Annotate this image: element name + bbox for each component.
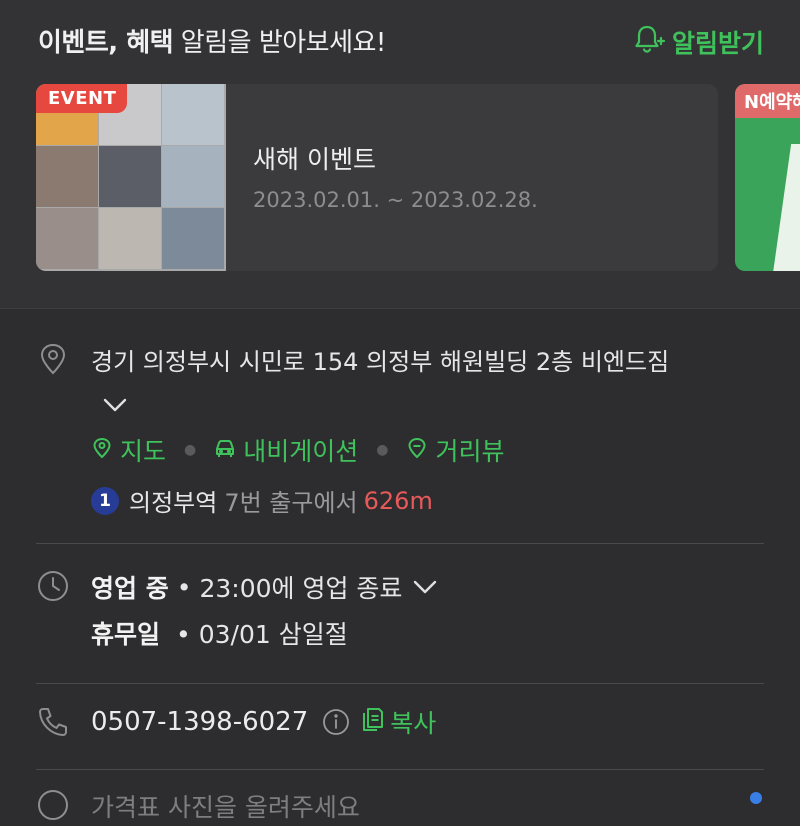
bullet: •: [176, 572, 192, 602]
notify-label: 알림받기: [671, 29, 764, 58]
car-icon: [214, 436, 236, 465]
map-link-label: 지도: [120, 437, 167, 466]
thumbnail-tile: [162, 84, 224, 145]
event-badge: EVENT: [36, 84, 128, 113]
copy-icon: [362, 706, 384, 738]
section-title: 이벤트, 혜택 알림을 받아보세요!: [38, 22, 386, 59]
station-distance: 626m: [363, 486, 433, 515]
map-link[interactable]: 지도: [91, 432, 166, 468]
link-separator: ●: [376, 442, 389, 458]
new-indicator-dot: [750, 792, 762, 804]
section-divider: [0, 308, 800, 309]
divider: [36, 683, 764, 684]
price-icon: [36, 788, 70, 822]
navigation-link[interactable]: 내비게이션: [214, 432, 358, 468]
navigation-link-label: 내비게이션: [243, 437, 359, 466]
divider: [36, 769, 764, 770]
chevron-down-icon[interactable]: [412, 574, 438, 600]
next-card-graphic: [772, 144, 800, 271]
business-hours[interactable]: 영업 중 • 23:00에 영업 종료: [91, 569, 438, 605]
event-date: 2023.02.01. ~ 2023.02.28.: [253, 188, 538, 212]
divider: [36, 543, 764, 544]
copy-button[interactable]: 복사: [362, 704, 436, 740]
copy-label: 복사: [390, 709, 437, 738]
holiday-detail: 03/01 삼일절: [198, 620, 348, 649]
station-name: 의정부역: [129, 489, 218, 517]
thumbnail-tile: [99, 146, 161, 207]
notify-button[interactable]: 알림받기: [632, 22, 764, 62]
next-event-card[interactable]: N예약혜: [735, 84, 800, 271]
address-text: 경기 의정부시 시민로 154 의정부 해원빌딩 2층 비엔드짐: [91, 348, 670, 376]
station-exit: 7번 출구에서: [224, 489, 358, 517]
next-card-badge: N예약혜: [744, 92, 800, 113]
chevron-down-icon[interactable]: [102, 392, 128, 418]
street-view-link-label: 거리뷰: [435, 437, 505, 466]
phone-row: 0507-1398-6027 복사: [91, 704, 436, 740]
thumbnail-tile: [162, 146, 224, 207]
thumbnail-tile: [36, 208, 98, 269]
subway-line-badge: 1: [91, 486, 119, 515]
link-separator: ●: [184, 442, 197, 458]
clock-icon: [36, 569, 70, 603]
street-view-icon: [406, 436, 428, 465]
phone-icon: [36, 705, 70, 739]
info-icon[interactable]: [322, 708, 350, 736]
street-view-link[interactable]: 거리뷰: [406, 432, 504, 468]
location-pin-icon: [36, 342, 70, 376]
section-title-rest: 알림을 받아보세요!: [173, 28, 387, 58]
closing-time: 23:00에 영업 종료: [199, 574, 403, 603]
thumbnail-tile: [36, 146, 98, 207]
phone-number[interactable]: 0507-1398-6027: [91, 707, 308, 737]
thumbnail-tile: [162, 208, 224, 269]
bullet: •: [175, 620, 191, 649]
event-thumbnail: EVENT: [36, 84, 226, 271]
section-title-bold: 이벤트, 혜택: [38, 28, 174, 58]
holiday-info: 휴무일 • 03/01 삼일절: [91, 615, 348, 651]
bell-plus-icon: [632, 22, 666, 62]
map-pin-icon: [91, 436, 113, 465]
price-upload-prompt[interactable]: 가격표 사진을 올려주세요: [91, 788, 360, 824]
subway-info: 1 의정부역 7번 출구에서 626m: [91, 483, 433, 518]
holiday-label: 휴무일: [91, 620, 161, 649]
event-card[interactable]: EVENT 새해 이벤트 2023.02.01. ~ 2023.02.28.: [36, 84, 718, 271]
event-title: 새해 이벤트: [253, 145, 376, 174]
address-links: 지도 ● 내비게이션 ● 거리뷰: [91, 432, 504, 468]
thumbnail-tile: [99, 208, 161, 269]
open-status: 영업 중: [91, 574, 169, 603]
